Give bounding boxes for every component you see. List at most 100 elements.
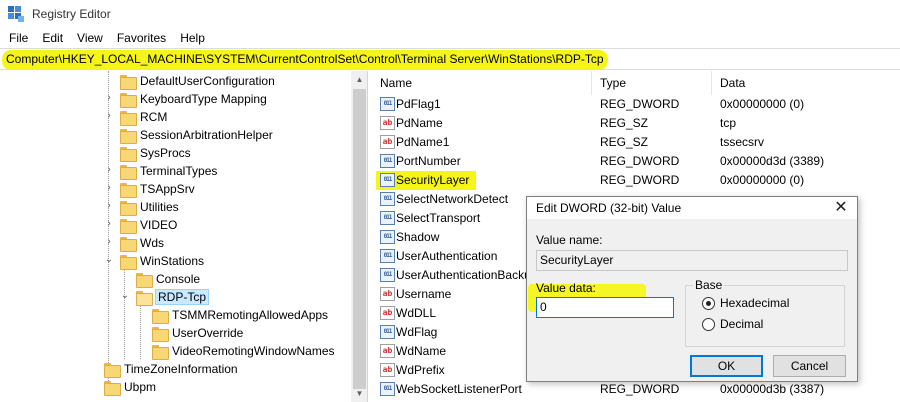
chevron-right-icon[interactable]: › — [104, 93, 114, 103]
tree-item[interactable]: › TerminalTypes — [107, 162, 217, 180]
string-value-icon: ab — [380, 287, 395, 301]
cancel-button[interactable]: Cancel — [773, 355, 846, 377]
value-data: 0x00000d3b (3387) — [720, 382, 825, 396]
column-name[interactable]: Name — [372, 71, 592, 95]
value-name: WdFlag — [396, 325, 438, 339]
tree-item[interactable]: ⌄ WinStations — [105, 252, 204, 270]
column-type[interactable]: Type — [592, 71, 712, 95]
binary-value-icon: 011 — [380, 268, 395, 282]
tree-item[interactable]: Console — [136, 270, 200, 288]
tree-item-label: DefaultUserConfiguration — [140, 74, 275, 88]
tree-item[interactable]: TSMMRemotingAllowedApps — [152, 306, 328, 324]
value-name: WdPrefix — [396, 363, 445, 377]
tree-item-label: Ubpm — [124, 380, 157, 394]
menu-edit[interactable]: Edit — [35, 28, 70, 48]
value-data-input[interactable]: 0 — [536, 297, 674, 318]
chevron-right-icon[interactable]: › — [104, 219, 114, 229]
folder-icon — [120, 200, 137, 216]
tree-item[interactable]: SysProcs — [120, 144, 191, 162]
value-name-label: Value name: — [536, 233, 603, 247]
list-header: Name Type Data — [372, 71, 900, 95]
chevron-right-icon[interactable]: › — [104, 111, 114, 121]
tree-item[interactable]: DefaultUserConfiguration — [120, 72, 275, 90]
column-data[interactable]: Data — [712, 71, 900, 95]
chevron-right-icon[interactable]: › — [104, 165, 114, 175]
folder-icon — [152, 344, 169, 360]
tree-item-label: TSMMRemotingAllowedApps — [172, 308, 329, 322]
list-row[interactable]: 011 PortNumber REG_DWORD 0x00000d3d (3389) — [372, 152, 900, 171]
menu-favorites[interactable]: Favorites — [110, 28, 173, 48]
value-name: PdName1 — [396, 135, 450, 149]
value-name: Shadow — [396, 230, 440, 244]
ok-button[interactable]: OK — [690, 355, 763, 377]
tree-item[interactable]: › Wds — [107, 234, 164, 252]
menu-help[interactable]: Help — [173, 28, 212, 48]
list-row[interactable]: ab PdName1 REG_SZ tssecsrv — [372, 133, 900, 152]
tree-item-label: RCM — [140, 110, 168, 124]
radio-checked-icon[interactable] — [702, 296, 715, 310]
tree-item[interactable]: Ubpm — [104, 378, 156, 396]
value-type: REG_DWORD — [600, 97, 680, 111]
tree-item[interactable]: ⌄ RDP-Tcp — [121, 288, 210, 306]
folder-icon — [136, 272, 153, 288]
chevron-right-icon[interactable]: › — [104, 183, 114, 193]
radio-decimal-label: Decimal — [720, 317, 764, 331]
tree-item[interactable]: › RCM — [107, 108, 168, 126]
tree-item-label: TimeZoneInformation — [124, 362, 238, 376]
folder-icon — [120, 92, 137, 108]
folder-icon — [152, 308, 169, 324]
folder-icon — [152, 326, 169, 342]
tree-item[interactable]: › VIDEO — [107, 216, 177, 234]
list-row[interactable]: ab PdName REG_SZ tcp — [372, 114, 900, 133]
tree-item[interactable]: › Utilities — [107, 198, 179, 216]
address-bar[interactable]: Computer\HKEY_LOCAL_MACHINE\SYSTEM\Curre… — [0, 48, 900, 70]
folder-icon — [120, 164, 137, 180]
value-name: UserAuthenticationBacku — [396, 268, 531, 282]
binary-value-icon: 011 — [380, 382, 395, 396]
value-name: SecurityLayer — [396, 173, 470, 187]
binary-value-icon: 011 — [380, 325, 395, 339]
folder-icon — [120, 236, 137, 252]
list-row[interactable]: 011 SecurityLayer REG_DWORD 0x00000000 (0) — [372, 171, 900, 190]
menu-file[interactable]: File — [2, 28, 35, 48]
chevron-down-icon[interactable]: ⌄ — [104, 255, 114, 265]
value-data: tcp — [720, 116, 737, 130]
chevron-down-icon[interactable]: ⌄ — [120, 291, 130, 301]
tree-pane[interactable]: ▲ ▼ DefaultUserConfiguration › KeyboardTyp… — [0, 71, 368, 402]
scroll-down-icon[interactable]: ▼ — [351, 385, 367, 402]
value-type: REG_DWORD — [600, 154, 680, 168]
close-icon[interactable]: ✕ — [831, 198, 851, 218]
value-name: PortNumber — [396, 154, 461, 168]
radio-hexadecimal[interactable]: Hexadecimal — [702, 296, 789, 310]
value-data: 0x00000000 (0) — [720, 173, 805, 187]
tree-item[interactable]: VideoRemotingWindowNames — [152, 342, 335, 360]
list-row[interactable]: 011 WebSocketListenerPort REG_DWORD 0x00000… — [372, 380, 900, 399]
value-data: 0x00000000 (0) — [720, 97, 805, 111]
folder-icon — [104, 362, 121, 378]
value-name: WdName — [396, 344, 447, 358]
registry-editor-icon — [8, 6, 24, 22]
chevron-right-icon[interactable]: › — [104, 237, 114, 247]
address-path[interactable]: Computer\HKEY_LOCAL_MACHINE\SYSTEM\Curre… — [6, 52, 604, 66]
base-group: Base Hexadecimal Decimal — [685, 278, 845, 347]
chevron-right-icon[interactable]: › — [104, 201, 114, 211]
tree-scrollbar[interactable]: ▲ ▼ — [351, 71, 367, 402]
list-row[interactable]: 011 PdFlag1 REG_DWORD 0x00000000 (0) — [372, 95, 900, 114]
folder-icon — [120, 218, 137, 234]
tree-item[interactable]: TimeZoneInformation — [104, 360, 238, 378]
menu-bar: File Edit View Favorites Help — [0, 28, 900, 48]
menu-view[interactable]: View — [70, 28, 110, 48]
value-type: REG_DWORD — [600, 382, 680, 396]
scroll-up-icon[interactable]: ▲ — [351, 71, 367, 88]
string-value-icon: ab — [380, 116, 395, 130]
radio-unchecked-icon[interactable] — [702, 317, 715, 331]
tree-item[interactable]: › KeyboardType Mapping — [107, 90, 267, 108]
radio-decimal[interactable]: Decimal — [702, 317, 763, 331]
scroll-thumb[interactable] — [353, 89, 366, 389]
tree-item[interactable]: UserOverride — [152, 324, 243, 342]
tree-item-label: SysProcs — [140, 146, 191, 160]
tree-item[interactable]: SessionArbitrationHelper — [120, 126, 273, 144]
dialog-title-bar: Edit DWORD (32-bit) Value ✕ — [527, 197, 857, 219]
value-name: WebSocketListenerPort — [396, 382, 522, 396]
tree-item[interactable]: › TSAppSrv — [107, 180, 195, 198]
